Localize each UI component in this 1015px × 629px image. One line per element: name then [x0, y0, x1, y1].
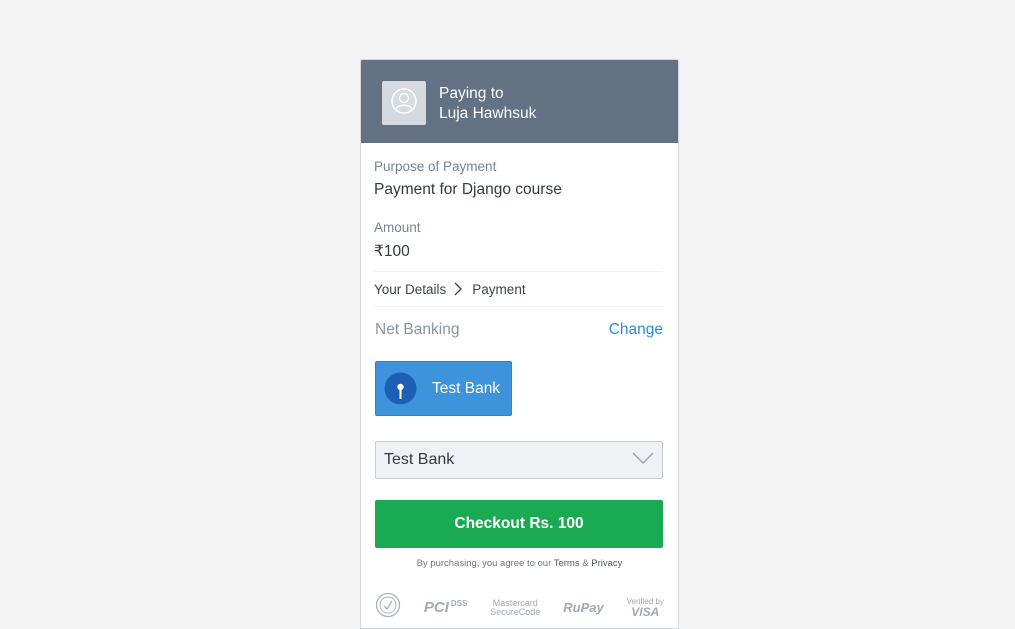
- mastercard-line2: SecureCode: [490, 606, 541, 617]
- rupay-badge: RuPay: [563, 600, 604, 615]
- terms-amp: &: [582, 558, 589, 569]
- purpose-section: Purpose of Payment Payment for Django co…: [374, 159, 663, 199]
- pci-text: PCI: [423, 599, 449, 616]
- seal-icon: [375, 592, 401, 623]
- currency-symbol: ₹: [374, 243, 384, 260]
- user-circle-icon: [390, 87, 418, 120]
- chevron-right-icon: [454, 282, 463, 296]
- amount-section: Amount ₹100: [374, 220, 663, 261]
- bank-logo-icon: [384, 372, 417, 405]
- payee-header: Paying to Luja Hawhsuk: [361, 60, 678, 143]
- amount-label: Amount: [374, 220, 421, 235]
- payment-method-name: Net Banking: [375, 321, 460, 338]
- purpose-value: Payment for Django course: [374, 181, 562, 198]
- chevron-down-icon: [632, 451, 654, 469]
- verified-by-visa-badge: Verified by VISA: [627, 597, 664, 619]
- privacy-link[interactable]: Privacy: [591, 558, 622, 569]
- dss-text: DSS: [450, 599, 468, 608]
- terms-text: By purchasing, you agree to our Terms & …: [361, 558, 678, 569]
- payee-avatar: [382, 81, 426, 125]
- terms-link[interactable]: Terms: [554, 558, 580, 569]
- paying-to-label: Paying to: [439, 85, 504, 102]
- amount-value: 100: [383, 243, 410, 260]
- amount-value-row: ₹100: [374, 242, 663, 261]
- security-badges: PCI DSS Mastercard SecureCode RuPay Veri…: [375, 592, 664, 623]
- step-your-details[interactable]: Your Details: [374, 282, 446, 297]
- terms-prefix: By purchasing, you agree to our: [416, 558, 552, 569]
- bank-tile-label: Test Bank: [432, 379, 501, 397]
- payee-info: Paying to Luja Hawhsuk: [439, 84, 536, 124]
- bank-select-value: Test Bank: [384, 451, 455, 468]
- payment-card: Paying to Luja Hawhsuk Purpose of Paymen…: [360, 59, 679, 629]
- checkout-steps: Your Details Payment: [374, 271, 663, 307]
- purpose-label: Purpose of Payment: [374, 159, 497, 174]
- payment-method-row: Net Banking Change: [375, 321, 663, 339]
- bank-select-dropdown[interactable]: Test Bank: [375, 441, 663, 479]
- payee-name: Luja Hawhsuk: [439, 105, 537, 122]
- checkout-button[interactable]: Checkout Rs. 100: [375, 500, 663, 548]
- mastercard-securecode-badge: Mastercard SecureCode: [490, 598, 541, 617]
- change-method-link[interactable]: Change: [609, 321, 663, 339]
- step-payment: Payment: [472, 281, 526, 297]
- bank-tile-test-bank[interactable]: Test Bank: [375, 361, 512, 416]
- pci-dss-badge: PCI DSS: [424, 599, 467, 616]
